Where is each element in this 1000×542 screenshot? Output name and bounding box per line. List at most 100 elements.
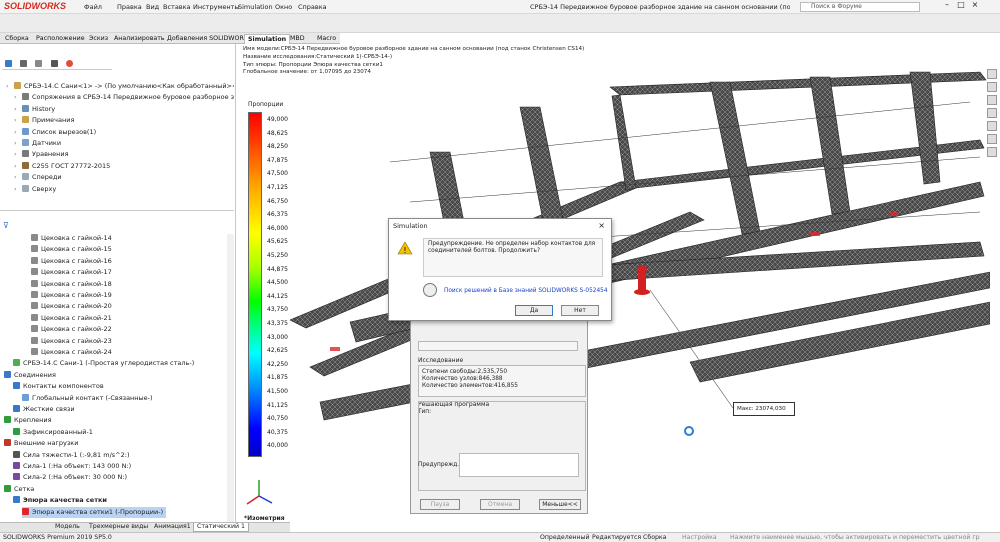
cutlist-icon — [22, 127, 29, 135]
sim-tree-item[interactable]: Контакты компонентов — [13, 381, 104, 392]
filter-icon[interactable]: ⊽ — [3, 221, 9, 230]
max-probe-label[interactable]: Макс: 23074,030 — [733, 402, 795, 416]
tree-item[interactable]: › Список вырезов(1) — [14, 127, 96, 138]
legend-tick: 48,250 — [267, 143, 288, 151]
status-bar: SOLIDWORKS Premium 2019 SP5.0 Определенн… — [0, 532, 1000, 542]
property-tab-icon[interactable] — [20, 60, 28, 67]
pause-button[interactable]: Пауза — [420, 499, 460, 510]
file-explorer-icon[interactable] — [987, 108, 997, 118]
tree-item[interactable]: › Сверху — [14, 184, 56, 195]
sim-tree-item[interactable]: Сила тяжести-1 (:-9,81 m/s^2:) — [13, 450, 129, 461]
sim-tree-item[interactable]: Сила-1 (:На объект: 143 000 N:) — [13, 461, 131, 472]
document-tab-3[interactable]: Статический 1 — [193, 523, 249, 532]
design-library-icon[interactable] — [987, 95, 997, 105]
document-tab-2[interactable]: Анимация1 — [151, 523, 194, 532]
legend-tick: 44,500 — [267, 279, 288, 287]
command-tab-3[interactable]: Анализировать — [111, 34, 168, 44]
tree-item[interactable]: › Примечания — [14, 115, 74, 126]
menu-0[interactable]: Файл — [84, 3, 102, 11]
home-icon[interactable] — [987, 69, 997, 79]
command-tab-2[interactable]: Эскиз — [86, 34, 111, 44]
search-input[interactable]: Поиск в Форуме — [800, 2, 920, 12]
less-button[interactable]: Меньше<< — [539, 499, 581, 510]
tree-scrollbar[interactable] — [227, 234, 234, 522]
command-tab-1[interactable]: Расположение — [33, 34, 88, 44]
warning-dialog: Simulation × ! Предупреждение. Не опреде… — [388, 218, 612, 321]
custom-properties-icon[interactable] — [987, 147, 997, 157]
tree-item[interactable]: › Уравнения — [14, 149, 69, 160]
menu-5[interactable]: Simulation — [238, 3, 273, 11]
sim-tree-item[interactable]: Эпюра качества сетки1 (-Пропорции-) — [22, 506, 167, 518]
sim-tree-item[interactable]: Цековка с гайкой-21 — [31, 313, 112, 324]
command-tab-0[interactable]: Сборка — [2, 34, 32, 44]
legend-tick: 44,125 — [267, 292, 288, 300]
menu-6[interactable]: Окно — [275, 3, 292, 11]
minimize-icon[interactable]: – — [940, 0, 954, 9]
menu-7[interactable]: Справка — [298, 3, 327, 11]
legend-colorbar[interactable] — [248, 112, 262, 457]
warnings-box[interactable] — [459, 453, 579, 477]
sim-tree-item[interactable]: Сетка — [4, 484, 34, 495]
loads-icon — [4, 439, 11, 447]
document-tab-0[interactable]: Модель — [52, 523, 83, 532]
sim-tree-item[interactable]: Крепления — [4, 415, 52, 426]
sim-tree-item[interactable]: Эпюра качества сетки — [13, 495, 107, 506]
dimxpert-tab-icon[interactable] — [50, 60, 58, 67]
rigid-icon — [13, 405, 20, 412]
sim-tree-item[interactable]: Цековка с гайкой-18 — [31, 279, 112, 290]
sim-tree-item[interactable]: Зафиксированный-1 — [13, 427, 93, 438]
knowledge-base-link[interactable]: Поиск решений в Базе знаний SOLIDWORKS S… — [444, 288, 608, 294]
sim-tree-item[interactable]: СРБЭ-14.С Сани-1 (-Простая углеродистая … — [13, 358, 194, 369]
fixture-icon — [4, 416, 11, 424]
sim-tree-item[interactable]: Цековка с гайкой-23 — [31, 336, 112, 347]
sim-tree-item[interactable]: Сила-2 (:На объект: 30 000 N:) — [13, 472, 127, 483]
sim-tree-item[interactable]: Глобальный контакт (-Связанные-) — [22, 393, 153, 404]
view-palette-icon[interactable] — [987, 121, 997, 131]
legend-tick: 42,625 — [267, 347, 288, 355]
legend-tick: 45,250 — [267, 252, 288, 259]
sim-tree-item-label: Цековка с гайкой-23 — [41, 336, 112, 345]
sim-tree-item[interactable]: Цековка с гайкой-14 — [31, 233, 112, 244]
sim-tree-item[interactable]: Внешние нагрузки — [4, 438, 78, 449]
sim-tree-item[interactable]: Цековка с гайкой-19 — [31, 290, 112, 301]
menu-4[interactable]: Инструменты — [193, 3, 240, 11]
tree-item[interactable]: › Сопряжения в СРБЭ-14 Передвижное бурово… — [14, 92, 234, 103]
appearances-icon[interactable] — [987, 134, 997, 144]
feature-tree-tab-icon[interactable] — [5, 60, 12, 67]
sim-tree-item[interactable]: Цековка с гайкой-16 — [31, 256, 112, 267]
command-tab-4[interactable]: Добавления SOLIDWORKS — [164, 34, 255, 44]
command-tab-5[interactable]: Simulation — [244, 34, 291, 44]
menu-1[interactable]: Правка — [117, 3, 142, 11]
command-tab-6[interactable]: MBD — [287, 34, 308, 44]
command-tab-7[interactable]: Macro — [314, 34, 339, 44]
menu-3[interactable]: Вставка — [163, 3, 191, 11]
plane-icon — [22, 173, 29, 181]
close-icon[interactable]: × — [598, 221, 605, 230]
document-tab-1[interactable]: Трехмерные виды — [86, 523, 151, 532]
tree-item[interactable]: › History — [14, 104, 55, 115]
feature-tree-top: › СРБЭ-14.С Сани<1> -> (По умолчанию<Как … — [0, 81, 234, 237]
sim-tree-item[interactable]: Цековка с гайкой-24 — [31, 347, 112, 358]
cancel-button[interactable]: Отмена — [480, 499, 520, 510]
assembly-icon — [14, 82, 21, 89]
appearance-tab-icon[interactable] — [65, 60, 73, 67]
config-tab-icon[interactable] — [35, 60, 43, 67]
sim-tree-item[interactable]: Цековка с гайкой-20 — [31, 301, 112, 312]
solidworks-logo[interactable]: SOLIDWORKS — [4, 1, 66, 11]
no-button[interactable]: Нет — [561, 305, 599, 316]
sim-tree-item[interactable]: Цековка с гайкой-17 — [31, 267, 112, 278]
menu-2[interactable]: Вид — [146, 3, 159, 11]
sim-tree-item[interactable]: Соединения — [4, 370, 56, 381]
sim-tree-item[interactable]: Цековка с гайкой-15 — [31, 244, 112, 255]
sim-tree-item[interactable]: Цековка с гайкой-22 — [31, 324, 112, 335]
resources-icon[interactable] — [987, 82, 997, 92]
sim-tree-item-label: Сила тяжести-1 (:-9,81 m/s^2:) — [23, 450, 130, 459]
close-icon[interactable]: × — [968, 0, 982, 9]
sim-tree-item[interactable]: Жесткие связи — [13, 404, 75, 415]
maximize-icon[interactable]: □ — [954, 0, 968, 9]
tree-item[interactable]: › Спереди — [14, 172, 62, 183]
tree-item[interactable]: › Датчики — [14, 138, 61, 149]
tree-item[interactable]: › СРБЭ-14.С Сани<1> -> (По умолчанию<Как … — [6, 81, 234, 92]
yes-button[interactable]: Да — [515, 305, 553, 316]
tree-item[interactable]: › C255 ГОСТ 27772-2015 — [14, 161, 110, 172]
